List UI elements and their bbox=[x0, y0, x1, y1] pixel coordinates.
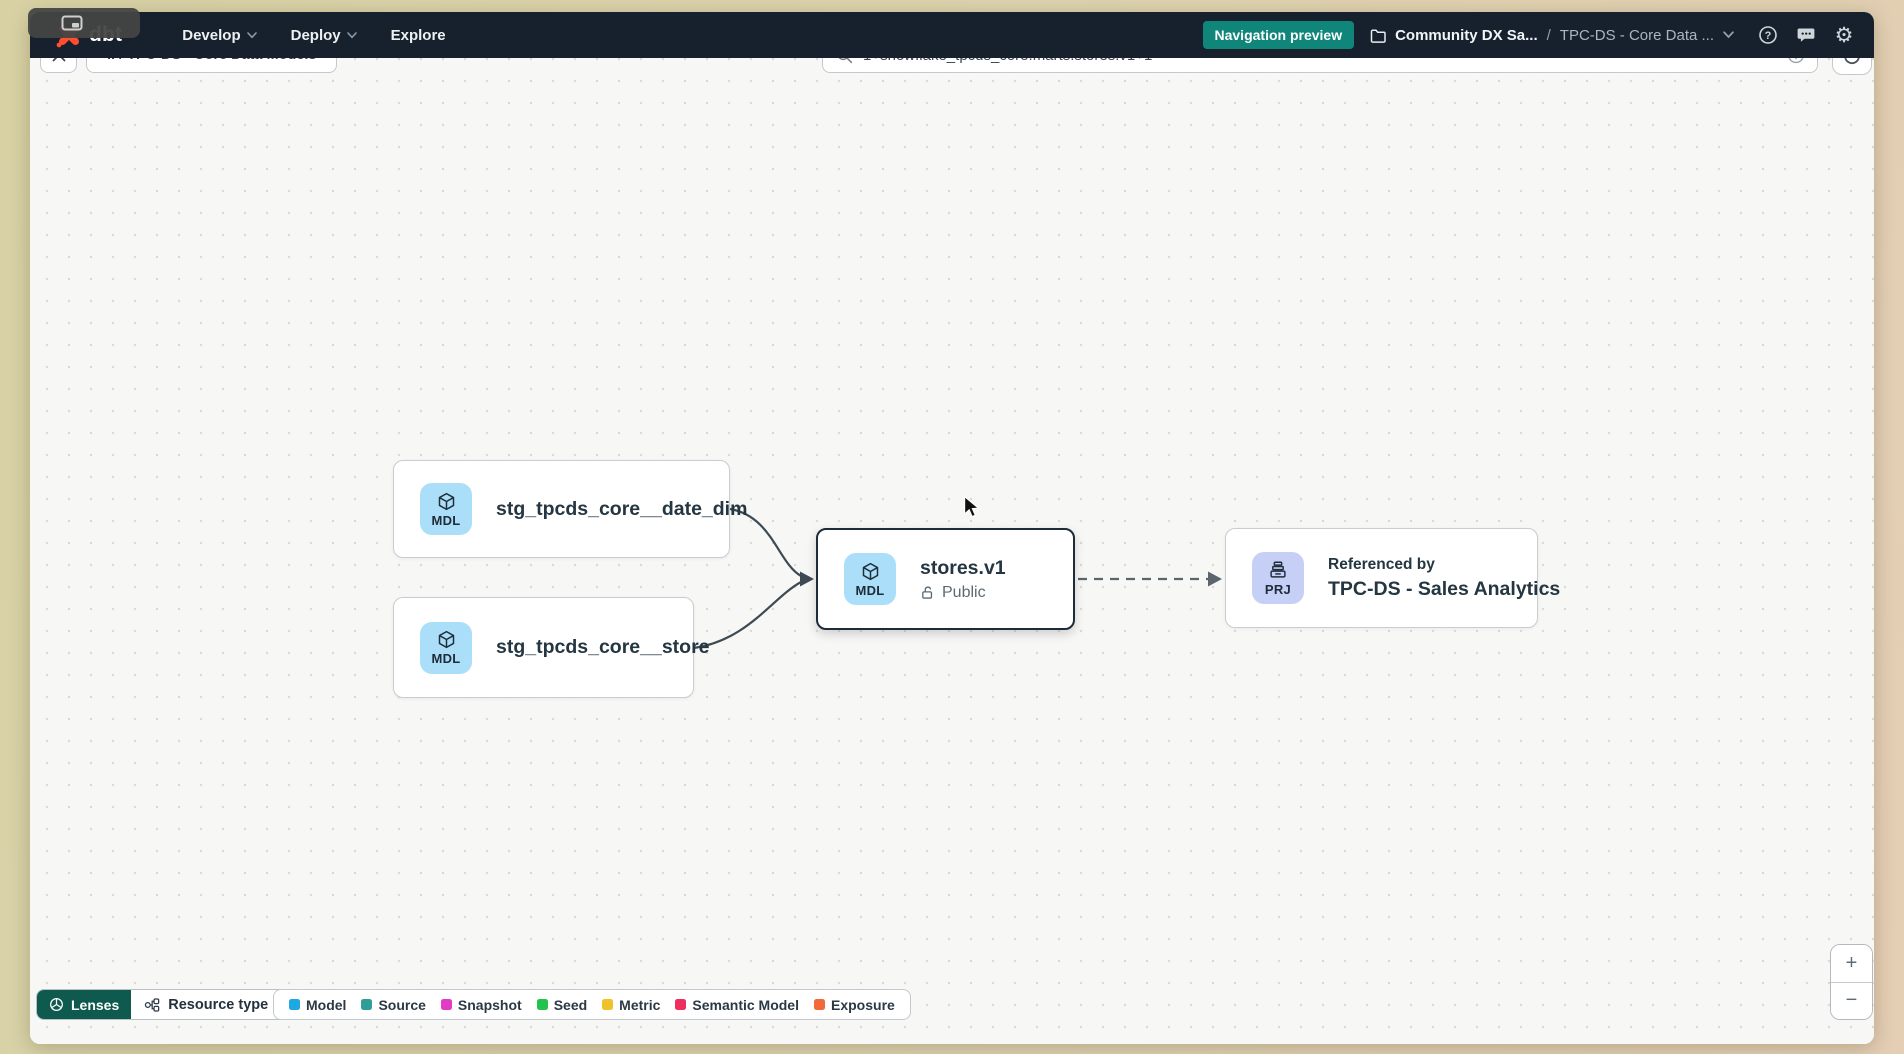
legend-item: Semantic Model bbox=[675, 997, 799, 1013]
legend-swatch bbox=[675, 999, 686, 1010]
access-label: Public bbox=[942, 584, 986, 602]
nav-menu-deploy[interactable]: Deploy bbox=[277, 21, 371, 50]
legend-item: Model bbox=[289, 997, 346, 1013]
lineage-node-date-dim[interactable]: MDL stg_tpcds_core__date_dim bbox=[393, 460, 730, 558]
legend-label: Model bbox=[306, 997, 346, 1013]
node-label: stg_tpcds_core__date_dim bbox=[496, 498, 747, 521]
svg-text:?: ? bbox=[1765, 30, 1772, 42]
nav-menu-label: Develop bbox=[182, 27, 240, 44]
legend-item: Snapshot bbox=[441, 997, 522, 1013]
badge-label: MDL bbox=[855, 583, 884, 598]
chevron-down-icon bbox=[247, 32, 257, 39]
nav-menu-develop[interactable]: Develop bbox=[168, 21, 270, 50]
lenses-label: Lenses bbox=[71, 997, 119, 1013]
legend-item: Exposure bbox=[814, 997, 895, 1013]
page-background: dbt Develop Deploy bbox=[0, 0, 1904, 1054]
project-badge: PRJ bbox=[1252, 552, 1304, 604]
zoom-controls: + − bbox=[1830, 944, 1873, 1020]
unlock-icon bbox=[920, 585, 935, 600]
help-icon[interactable]: ? bbox=[1756, 23, 1780, 47]
mouse-cursor bbox=[963, 496, 981, 518]
badge-label: PRJ bbox=[1265, 582, 1291, 597]
chevron-down-icon bbox=[347, 32, 357, 39]
zoom-out-button[interactable]: − bbox=[1831, 983, 1872, 1020]
screen-share-chip bbox=[28, 8, 140, 38]
feedback-icon[interactable] bbox=[1794, 23, 1818, 47]
cube-icon bbox=[436, 491, 457, 512]
node-label: stores.v1 bbox=[920, 557, 1006, 580]
model-badge: MDL bbox=[420, 622, 472, 674]
node-label: stg_tpcds_core__store bbox=[496, 636, 710, 659]
legend-swatch bbox=[361, 999, 372, 1010]
legend-label: Source bbox=[378, 997, 425, 1013]
nav-menu-label: Explore bbox=[391, 27, 446, 44]
graph-icon bbox=[144, 997, 160, 1013]
legend-swatch bbox=[814, 999, 825, 1010]
legend-label: Snapshot bbox=[458, 997, 522, 1013]
cube-icon bbox=[860, 561, 881, 582]
lineage-node-stores-v1[interactable]: MDL stores.v1 Public bbox=[816, 528, 1075, 630]
model-badge: MDL bbox=[420, 483, 472, 535]
resource-type-label: Resource type bbox=[168, 997, 268, 1013]
legend-label: Metric bbox=[619, 997, 660, 1013]
stack-icon bbox=[1267, 559, 1289, 581]
chevron-down-icon[interactable] bbox=[1723, 31, 1734, 39]
legend-swatch bbox=[441, 999, 452, 1010]
breadcrumb-separator: / bbox=[1547, 27, 1551, 44]
legend-label: Semantic Model bbox=[692, 997, 799, 1013]
referenced-by-label: Referenced by bbox=[1328, 556, 1560, 574]
nav-menu-explore[interactable]: Explore bbox=[377, 21, 460, 50]
zoom-in-button[interactable]: + bbox=[1831, 945, 1872, 983]
legend-item: Source bbox=[361, 997, 425, 1013]
badge-label: MDL bbox=[431, 651, 460, 666]
lens-icon bbox=[49, 997, 64, 1012]
legend-label: Seed bbox=[554, 997, 587, 1013]
lineage-node-referenced-project[interactable]: PRJ Referenced by TPC-DS - Sales Analyti… bbox=[1225, 528, 1538, 628]
resource-type-legend: Model Source Snapshot Seed Metric bbox=[273, 989, 911, 1020]
nav-menu-label: Deploy bbox=[291, 27, 341, 44]
project-breadcrumb[interactable]: Community DX Sa... / TPC-DS - Core Data … bbox=[1370, 27, 1734, 44]
legend-swatch bbox=[537, 999, 548, 1010]
breadcrumb-page[interactable]: TPC-DS - Core Data ... bbox=[1560, 27, 1714, 44]
legend-label: Exposure bbox=[831, 997, 895, 1013]
legend-swatch bbox=[602, 999, 613, 1010]
node-label: TPC-DS - Sales Analytics bbox=[1328, 578, 1560, 601]
lenses-button[interactable]: Lenses bbox=[37, 990, 131, 1019]
badge-label: MDL bbox=[431, 513, 460, 528]
lenses-control-group: Lenses Resource type bbox=[36, 989, 301, 1020]
model-badge: MDL bbox=[844, 553, 896, 605]
lineage-canvas[interactable]: MDL stg_tpcds_core__date_dim MDL stg_tpc… bbox=[30, 58, 1874, 1044]
legend-item: Seed bbox=[537, 997, 587, 1013]
lineage-node-store[interactable]: MDL stg_tpcds_core__store bbox=[393, 597, 694, 698]
breadcrumb-project[interactable]: Community DX Sa... bbox=[1395, 27, 1538, 44]
folder-icon bbox=[1370, 28, 1386, 43]
top-navigation-bar: dbt Develop Deploy bbox=[30, 12, 1874, 58]
legend-swatch bbox=[289, 999, 300, 1010]
settings-gear-icon[interactable]: ⚙ bbox=[1832, 23, 1856, 47]
display-icon bbox=[61, 15, 83, 32]
app-window: dbt Develop Deploy bbox=[30, 12, 1874, 1044]
navigation-preview-badge[interactable]: Navigation preview bbox=[1203, 21, 1355, 49]
cube-icon bbox=[436, 629, 457, 650]
legend-item: Metric bbox=[602, 997, 660, 1013]
